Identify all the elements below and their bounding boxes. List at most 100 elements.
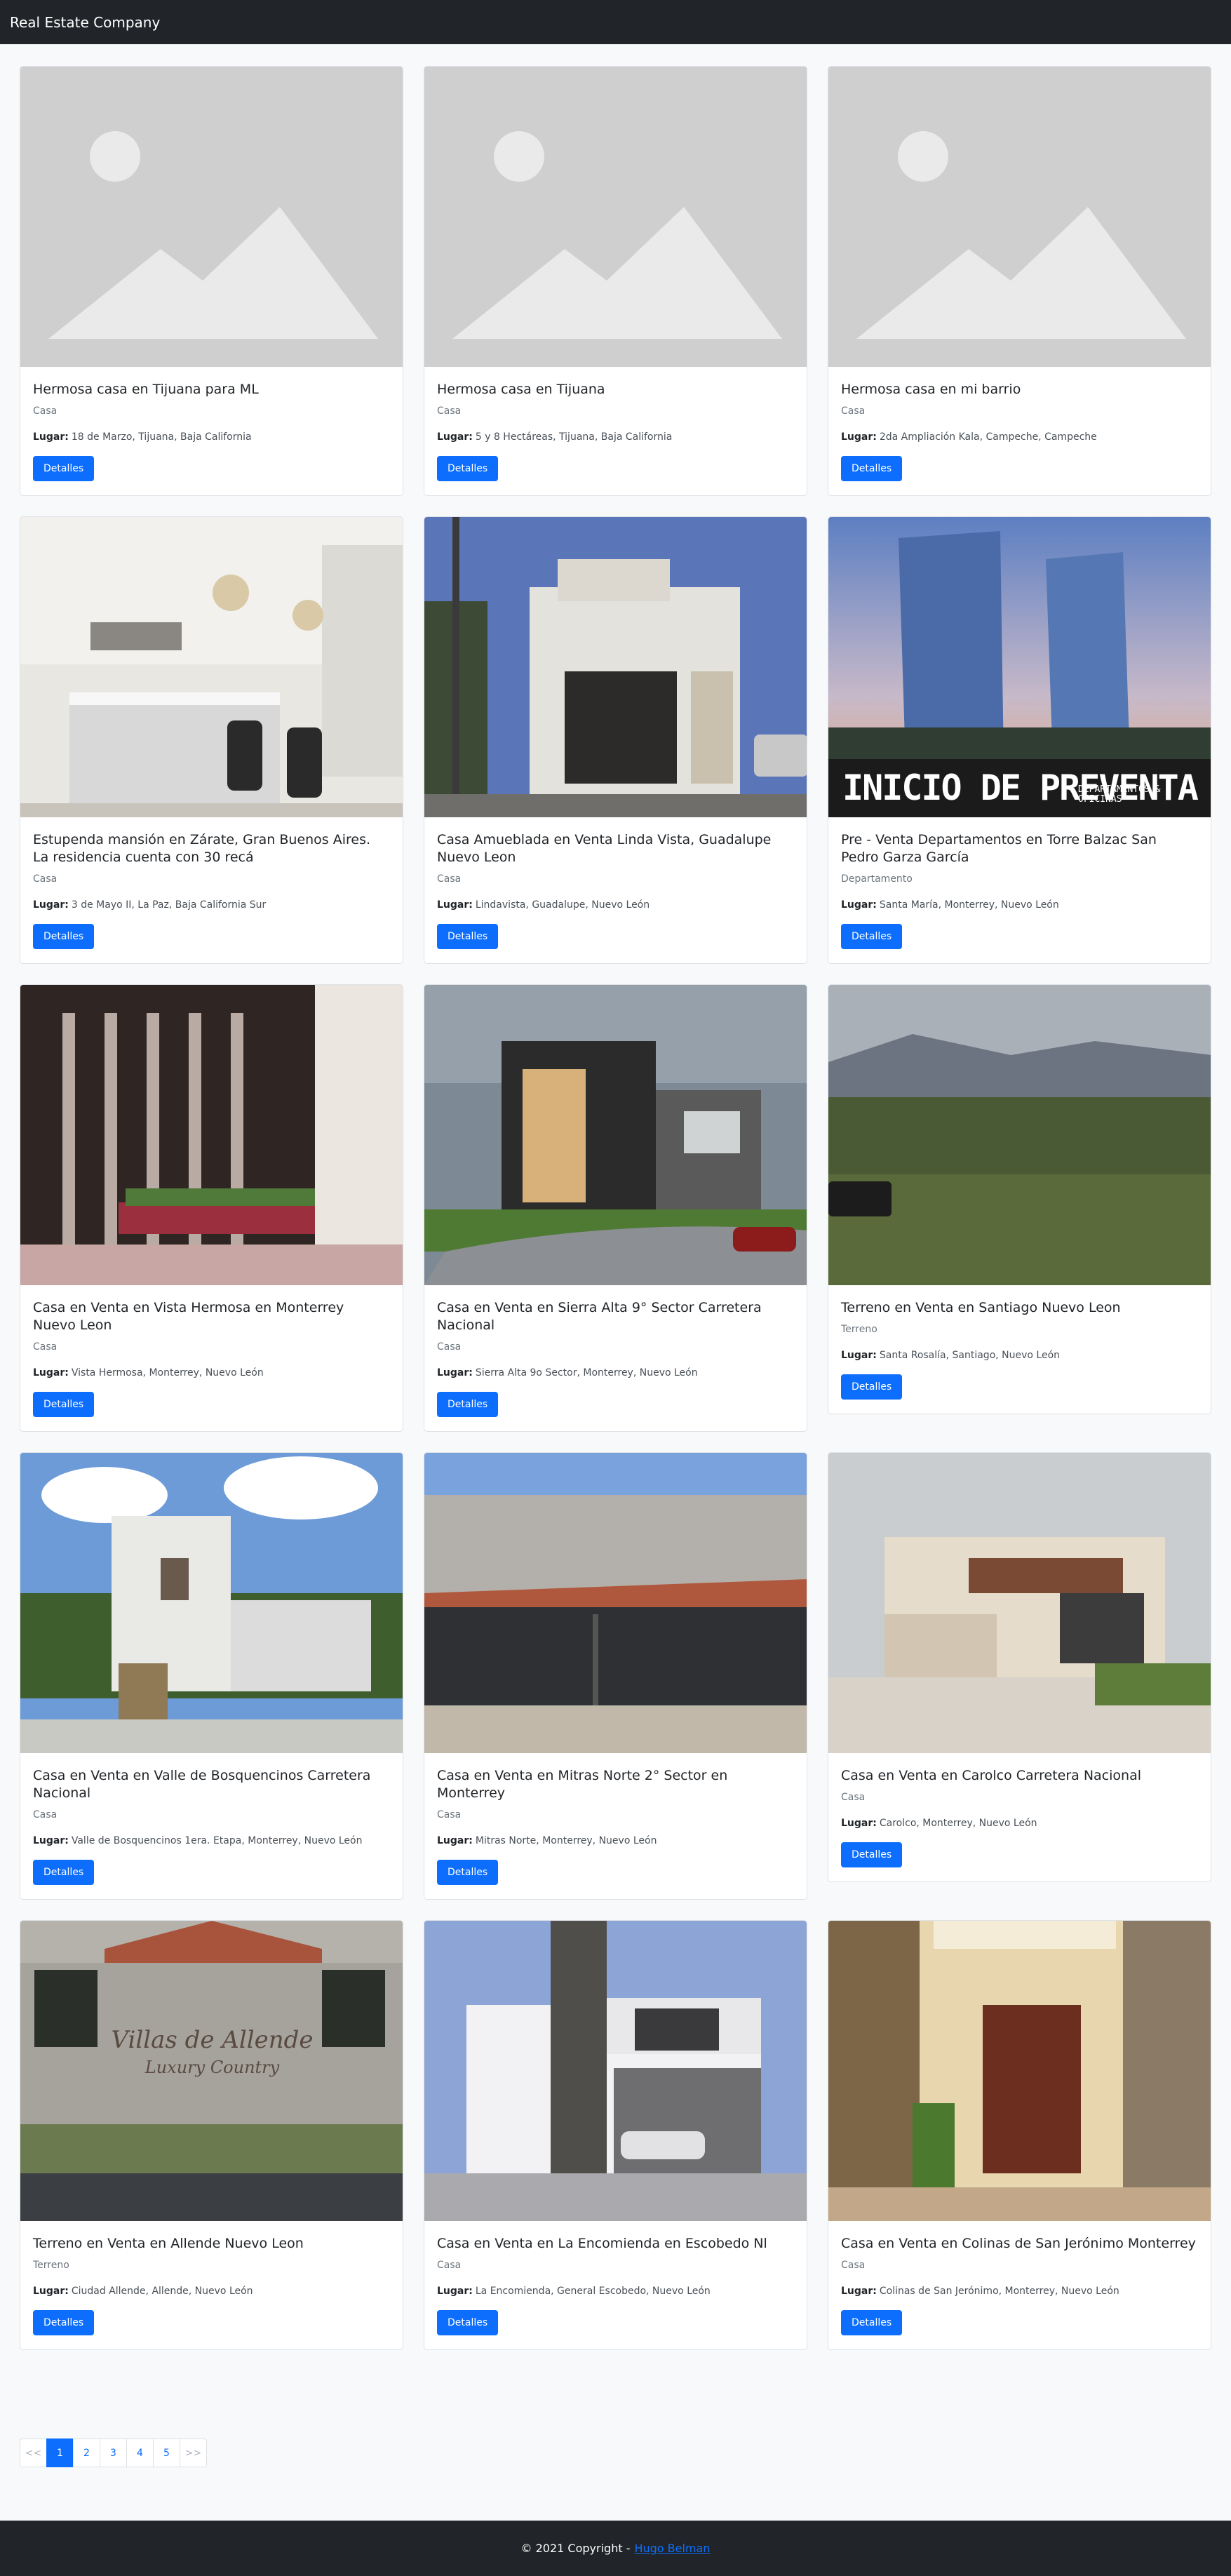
listing-title: Terreno en Venta en Allende Nuevo Leon	[33, 2236, 304, 2251]
page-4[interactable]: 4	[126, 2439, 154, 2467]
location-label: Lugar:	[33, 431, 69, 443]
listing-location: Lugar: Valle de Bosquencinos 1era. Etapa,…	[33, 1835, 390, 1846]
listing-location: Lugar: Colinas de San Jerónimo, Monterrey…	[841, 2286, 1198, 2297]
listing-location: Lugar: Santa Rosalía, Santiago, Nuevo Leó…	[841, 1350, 1198, 1361]
listing-type: Casa	[841, 405, 866, 417]
listing-type: Terreno	[33, 2260, 69, 2271]
listing-location: Lugar: 3 de Mayo II, La Paz, Baja Califor…	[33, 899, 390, 911]
cream-house-photo	[828, 1453, 1211, 1753]
details-button[interactable]: Detalles	[33, 456, 95, 481]
location-value: Santa Rosalía, Santiago, Nuevo León	[879, 1350, 1061, 1361]
listing-title: Casa en Venta en Colinas de San Jerónimo…	[841, 2236, 1196, 2251]
listing-card: Villas de Allende Luxury Country Terreno…	[20, 1920, 403, 2350]
location-label: Lugar:	[841, 899, 877, 911]
listing-title: Hermosa casa en mi barrio	[841, 382, 1021, 397]
listing-location: Lugar: Carolco, Monterrey, Nuevo León	[841, 1818, 1198, 1829]
listing-title: Casa en Venta en Carolco Carretera Nacio…	[841, 1768, 1142, 1783]
listing-card: Casa en Venta en La Encomienda en Escobe…	[424, 1920, 807, 2350]
location-value: Lindavista, Guadalupe, Nuevo León	[475, 899, 650, 911]
listing-card: Casa en Venta en Colinas de San Jerónimo…	[828, 1920, 1211, 2350]
brand-link[interactable]: Real Estate Company	[10, 14, 160, 31]
location-label: Lugar:	[33, 899, 69, 911]
details-button[interactable]: Detalles	[33, 1392, 95, 1417]
details-button[interactable]: Detalles	[437, 1860, 499, 1885]
listing-location: Lugar: Lindavista, Guadalupe, Nuevo León	[437, 899, 794, 911]
details-button[interactable]: Detalles	[841, 456, 903, 481]
towers-photo: INICIO DE PREVENTA DEPARTAMENTOS & OFICI…	[828, 517, 1211, 817]
details-button[interactable]: Detalles	[437, 1392, 499, 1417]
footer: © 2021 Copyright - Hugo Belman	[0, 2521, 1231, 2576]
kitchen-photo	[20, 517, 403, 817]
listing-location: Lugar: Ciudad Allende, Allende, Nuevo Leó…	[33, 2286, 390, 2297]
listing-title: Casa en Venta en Vista Hermosa en Monter…	[33, 1300, 344, 1333]
listing-type: Departamento	[841, 873, 913, 885]
details-button[interactable]: Detalles	[33, 2310, 95, 2335]
details-button[interactable]: Detalles	[437, 456, 499, 481]
listing-title: Casa Amueblada en Venta Linda Vista, Gua…	[437, 832, 772, 865]
listing-card: Casa en Venta en Vista Hermosa en Monter…	[20, 984, 403, 1432]
listing-type: Casa	[33, 873, 58, 885]
location-value: Santa María, Monterrey, Nuevo León	[879, 899, 1059, 911]
listing-type: Casa	[437, 405, 462, 417]
listing-type: Casa	[841, 2260, 866, 2271]
garage-photo	[424, 1453, 807, 1753]
listing-type: Casa	[437, 873, 462, 885]
modern-house-photo	[424, 985, 807, 1285]
gate-photo	[20, 985, 403, 1285]
page-5[interactable]: 5	[153, 2439, 180, 2467]
location-value: Mitras Norte, Monterrey, Nuevo León	[475, 1835, 657, 1846]
details-button[interactable]: Detalles	[841, 1842, 903, 1867]
location-value: Vista Hermosa, Monterrey, Nuevo León	[71, 1367, 264, 1378]
listing-location: Lugar: 5 y 8 Hectáreas, Tijuana, Baja Cal…	[437, 431, 794, 443]
footer-copyright: © 2021 Copyright -	[520, 2542, 631, 2555]
page-next[interactable]: >>	[180, 2439, 207, 2467]
details-button[interactable]: Detalles	[437, 2310, 499, 2335]
location-label: Lugar:	[437, 431, 473, 443]
footer-author-link[interactable]: Hugo Belman	[634, 2542, 710, 2555]
doorway-photo	[828, 1921, 1211, 2221]
listing-type: Casa	[33, 405, 58, 417]
page-prev[interactable]: <<	[20, 2439, 47, 2467]
location-value: 5 y 8 Hectáreas, Tijuana, Baja Californi…	[475, 431, 673, 443]
navbar: Real Estate Company	[0, 0, 1231, 44]
listing-card: Estupenda mansión en Zárate, Gran Buenos…	[20, 516, 403, 964]
preventa-overlay-subtext: DEPARTAMENTOS & OFICINAS	[1078, 784, 1161, 805]
location-label: Lugar:	[33, 2286, 69, 2297]
listing-type: Terreno	[841, 1324, 877, 1335]
details-button[interactable]: Detalles	[33, 924, 95, 949]
placeholder-image	[828, 67, 1211, 367]
location-value: 2da Ampliación Kala, Campeche, Campeche	[879, 431, 1097, 443]
details-button[interactable]: Detalles	[841, 2310, 903, 2335]
page-1[interactable]: 1	[46, 2439, 74, 2467]
listing-location: Lugar: 18 de Marzo, Tijuana, Baja Califor…	[33, 431, 390, 443]
listing-title: Casa en Venta en La Encomienda en Escobe…	[437, 2236, 767, 2251]
page-2[interactable]: 2	[73, 2439, 100, 2467]
location-value: La Encomienda, General Escobedo, Nuevo L…	[475, 2286, 711, 2297]
listing-card: Terreno en Venta en Santiago Nuevo Leon …	[828, 984, 1211, 1414]
location-value: Sierra Alta 9o Sector, Monterrey, Nuevo …	[475, 1367, 698, 1378]
listing-card: Casa en Venta en Valle de Bosquencinos C…	[20, 1452, 403, 1900]
details-button[interactable]: Detalles	[33, 1860, 95, 1885]
location-label: Lugar:	[33, 1367, 69, 1378]
placeholder-image	[20, 67, 403, 367]
listing-location: Lugar: Santa María, Monterrey, Nuevo León	[841, 899, 1198, 911]
location-label: Lugar:	[841, 431, 877, 443]
listing-card: Casa en Venta en Sierra Alta 9° Sector C…	[424, 984, 807, 1432]
land-photo	[828, 985, 1211, 1285]
details-button[interactable]: Detalles	[841, 1374, 903, 1400]
listing-card: Casa en Venta en Carolco Carretera Nacio…	[828, 1452, 1211, 1882]
listing-title: Casa en Venta en Sierra Alta 9° Sector C…	[437, 1300, 762, 1333]
location-value: Carolco, Monterrey, Nuevo León	[879, 1818, 1037, 1829]
white-house-photo	[20, 1453, 403, 1753]
listing-title: Casa en Venta en Mitras Norte 2° Sector …	[437, 1768, 728, 1801]
details-button[interactable]: Detalles	[841, 924, 903, 949]
listing-card: Casa en Venta en Mitras Norte 2° Sector …	[424, 1452, 807, 1900]
location-label: Lugar:	[841, 2286, 877, 2297]
listing-location: Lugar: La Encomienda, General Escobedo, N…	[437, 2286, 794, 2297]
page-3[interactable]: 3	[100, 2439, 127, 2467]
location-value: Valle de Bosquencinos 1era. Etapa, Monte…	[71, 1835, 363, 1846]
details-button[interactable]: Detalles	[437, 924, 499, 949]
listing-card: Hermosa casa en Tijuana Casa Lugar: 5 y 8…	[424, 66, 807, 496]
listing-card: Hermosa casa en Tijuana para ML Casa Lug…	[20, 66, 403, 496]
listing-title: Hermosa casa en Tijuana	[437, 382, 605, 397]
